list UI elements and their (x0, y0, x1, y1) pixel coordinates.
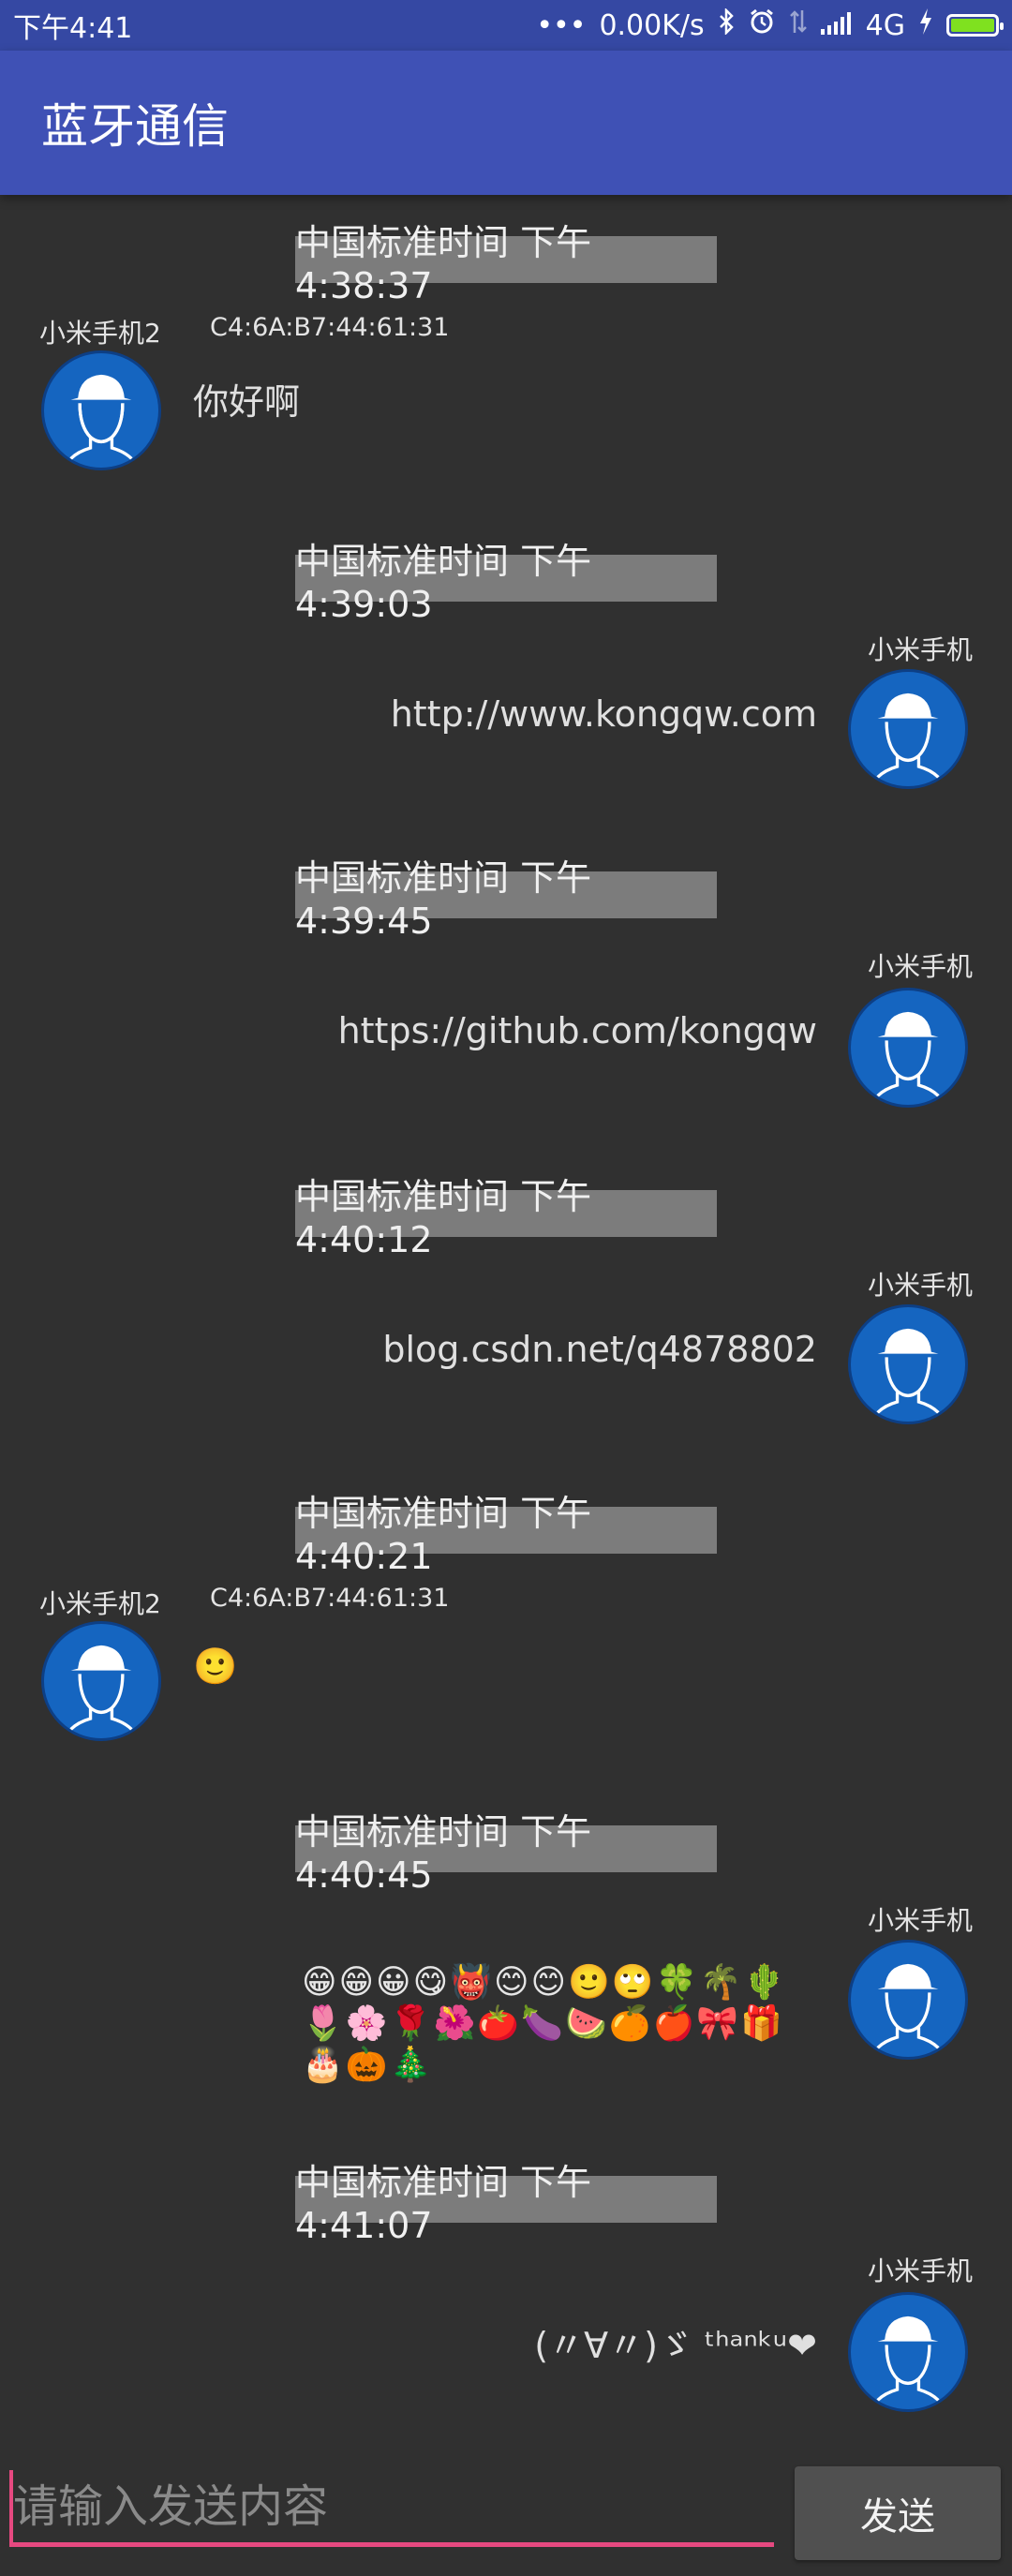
sender-name: 小米手机2 (39, 1588, 161, 1619)
app-bar: 蓝牙通信 (0, 51, 1012, 195)
status-time: 下午4:41 (13, 12, 133, 45)
more-dots-icon: ••• (536, 8, 587, 42)
send-button[interactable]: 发送 (795, 2466, 1001, 2560)
battery-icon (946, 14, 1004, 37)
message-text[interactable]: 你好啊 (193, 373, 300, 424)
network-type: 4G (865, 8, 905, 42)
message-text[interactable]: 😁😁😀😋👹😊😊🙂🙄🍀🌴🌵🌷🌸🌹🌺🍅🍆🍉🍊🍎🎀🎁🎂🎃🎄 (302, 1962, 808, 2086)
sender-mac-address: C4:6A:B7:44:61:31 (210, 1584, 450, 1613)
data-icon (789, 8, 808, 42)
chat-list[interactable]: 中国标准时间 下午4:38:37 小米手机2 C4:6A:B7:44:61:31… (0, 195, 1012, 2451)
message-text[interactable]: 🙂 (193, 1645, 237, 1688)
user-avatar-icon (848, 1304, 968, 1424)
sender-name: 小米手机 (867, 1270, 973, 1301)
message-text[interactable]: http://www.kongqw.com (391, 693, 817, 735)
user-avatar-icon (848, 669, 968, 789)
status-bar: 下午4:41 ••• 0.00K/s 4G (0, 0, 1012, 51)
message-timestamp: 中国标准时间 下午4:41:07 (295, 2162, 717, 2246)
sender-name: 小米手机2 (39, 318, 161, 349)
user-avatar-icon (848, 988, 968, 1108)
message-timestamp: 中国标准时间 下午4:39:03 (295, 541, 717, 625)
signal-icon (820, 9, 853, 42)
message-input[interactable] (9, 2470, 774, 2547)
page-title: 蓝牙通信 (41, 99, 229, 154)
sender-name: 小米手机 (867, 2256, 973, 2286)
message-timestamp: 中国标准时间 下午4:40:45 (295, 1811, 717, 1896)
message-text[interactable]: blog.csdn.net/q4878802 (382, 1329, 817, 1370)
battery-level (951, 19, 994, 32)
compose-bar: 发送 (0, 2451, 1012, 2576)
user-avatar-icon (41, 1621, 161, 1741)
alarm-icon (748, 7, 776, 43)
sender-name: 小米手机 (867, 634, 973, 665)
message-timestamp: 中国标准时间 下午4:40:12 (295, 1176, 717, 1260)
message-timestamp: 中国标准时间 下午4:38:37 (295, 222, 717, 306)
message-text[interactable]: (〃∀〃)ゞ ᵗʰᵃⁿᵏᵘ❤ (534, 2316, 817, 2368)
sender-mac-address: C4:6A:B7:44:61:31 (210, 313, 450, 342)
user-avatar-icon (848, 2292, 968, 2412)
network-speed: 0.00K/s (599, 8, 705, 42)
user-avatar-icon (848, 1940, 968, 2060)
status-icons: ••• 0.00K/s 4G (536, 7, 1004, 43)
message-timestamp: 中国标准时间 下午4:39:45 (295, 857, 717, 942)
message-timestamp: 中国标准时间 下午4:40:21 (295, 1493, 717, 1577)
user-avatar-icon (41, 350, 161, 470)
sender-name: 小米手机 (867, 951, 973, 982)
charging-icon (918, 8, 933, 42)
sender-name: 小米手机 (867, 1905, 973, 1936)
message-text[interactable]: https://github.com/kongqw (338, 1010, 817, 1051)
bluetooth-icon (718, 7, 735, 42)
